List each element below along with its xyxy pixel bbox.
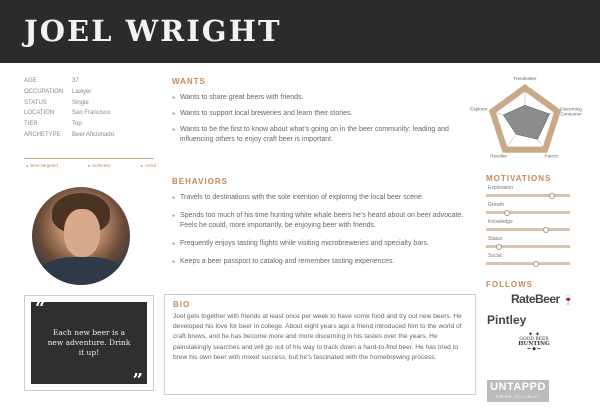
tag: Avoid xyxy=(140,163,156,168)
motivation-label: Status xyxy=(488,236,503,242)
info-value: Beer Aficionado xyxy=(72,131,115,138)
motivation-label: Growth xyxy=(488,202,505,208)
info-value: Single xyxy=(72,99,89,106)
bio-box: BIO Joel gets together with friends at l… xyxy=(164,294,476,395)
divider xyxy=(24,158,154,159)
radar-axis-label: Explorer xyxy=(470,106,488,111)
motivation-row: Knowledge xyxy=(486,219,570,236)
follows-title: FOLLOWS xyxy=(486,280,533,289)
behaviors-list: Travels to destinations with the sole in… xyxy=(172,193,472,275)
motivations-list: Exploration Growth Knowledge Status Social xyxy=(486,185,570,270)
radar-axis-label: Trendsetter xyxy=(513,76,537,81)
wants-list: Wants to share great beers with friends.… xyxy=(172,93,472,151)
list-item: Wants to share great beers with friends. xyxy=(172,93,472,103)
info-value: Top xyxy=(72,121,82,128)
info-key: AGE xyxy=(24,78,37,84)
open-quote-icon: “ xyxy=(35,298,46,319)
motivation-track xyxy=(486,194,570,197)
radar-axis-label: Patron xyxy=(545,154,559,159)
motivation-handle xyxy=(533,260,540,267)
bio-title: BIO xyxy=(173,300,191,309)
quote-card: “ Each new beer is a new adventure. Drin… xyxy=(31,298,147,391)
ratebeer-label: RateBeer xyxy=(511,292,560,306)
gbh-bottom-icon: ━ ◆ ━ xyxy=(527,346,541,352)
info-row: TIER Top xyxy=(24,119,154,130)
motivation-label: Social xyxy=(488,253,502,259)
radar-chart: TrendsetterDiscerningConsumerPatronRevel… xyxy=(470,76,583,159)
header: JOEL WRIGHT xyxy=(0,0,600,63)
info-value: 37 xyxy=(72,78,79,84)
info-value: Lawyer xyxy=(72,88,92,95)
untappd-sub: DRINK SOCIALLY xyxy=(495,394,541,399)
close-quote-icon: ” xyxy=(132,370,143,391)
tag: Authentic xyxy=(88,163,111,168)
info-key: STATUS xyxy=(24,99,47,106)
wants-title: WANTS xyxy=(172,77,206,86)
pintley-logo: Pintley xyxy=(487,313,527,327)
behaviors-title: BEHAVIORS xyxy=(172,177,228,186)
info-key: ARCHETYPE xyxy=(24,131,61,138)
motivation-track xyxy=(486,262,570,265)
photo-shirt xyxy=(40,257,124,285)
motivation-label: Exploration xyxy=(488,185,514,191)
info-key: OCCUPATION xyxy=(24,88,64,95)
list-item: Keeps a beer passport to catalog and rem… xyxy=(172,257,472,267)
radar-axis-label: Reveller xyxy=(490,154,507,159)
info-key: LOCATION xyxy=(24,110,55,117)
info-row: AGE 37 xyxy=(24,76,154,87)
motivations-title: MOTIVATIONS xyxy=(486,174,552,183)
info-row: OCCUPATION Lawyer xyxy=(24,87,154,98)
info-table: AGE 37 OCCUPATION Lawyer STATUS Single LOCA… xyxy=(24,76,154,141)
motivation-handle xyxy=(495,243,502,250)
beer-glass-icon: 🍷 xyxy=(562,295,574,305)
good-beer-hunting-logo: ✦ ✦ GOOD BEER HUNTING ━ ◆ ━ xyxy=(515,332,553,362)
motivation-row: Social xyxy=(486,253,570,270)
tag: Beer-targeted xyxy=(26,163,58,168)
info-row: STATUS Single xyxy=(24,98,154,109)
motivation-track xyxy=(486,228,570,231)
info-key: TIER xyxy=(24,121,38,128)
tag-list: Beer-targeted Authentic Avoid xyxy=(26,163,156,168)
radar-axis-label-line2: Consumer xyxy=(561,111,583,116)
list-item: Spends too much of his time hunting whit… xyxy=(172,211,472,231)
list-item: Frequently enjoys tasting flights while … xyxy=(172,239,472,249)
motivation-row: Exploration xyxy=(486,185,570,202)
motivation-handle xyxy=(504,209,510,216)
quote-text: Each new beer is a new adventure. Drink … xyxy=(47,328,131,357)
bio-text: Joel gets together with friends at least… xyxy=(173,313,462,361)
motivation-handle xyxy=(548,192,555,199)
untappd-logo: UNTAPPD DRINK SOCIALLY xyxy=(487,380,549,402)
persona-name: JOEL WRIGHT xyxy=(24,14,282,48)
motivation-label: Knowledge xyxy=(488,219,513,225)
info-value: San Francisco xyxy=(72,110,111,117)
photo-face xyxy=(64,209,100,257)
untappd-label: UNTAPPD xyxy=(490,381,546,393)
quote-box: “ Each new beer is a new adventure. Drin… xyxy=(24,295,154,391)
persona-photo xyxy=(32,187,130,285)
ratebeer-logo: RateBeer 🍷 xyxy=(511,292,574,306)
list-item: Wants to support local breweries and lea… xyxy=(172,109,472,119)
list-item: Travels to destinations with the sole in… xyxy=(172,193,472,203)
info-row: LOCATION San Francisco xyxy=(24,108,154,119)
info-row: ARCHETYPE Beer Aficionado xyxy=(24,130,154,141)
motivation-row: Status xyxy=(486,236,570,253)
list-item: Wants to be the first to know about what… xyxy=(172,125,472,145)
motivation-row: Growth xyxy=(486,202,570,219)
motivation-track xyxy=(486,211,570,214)
